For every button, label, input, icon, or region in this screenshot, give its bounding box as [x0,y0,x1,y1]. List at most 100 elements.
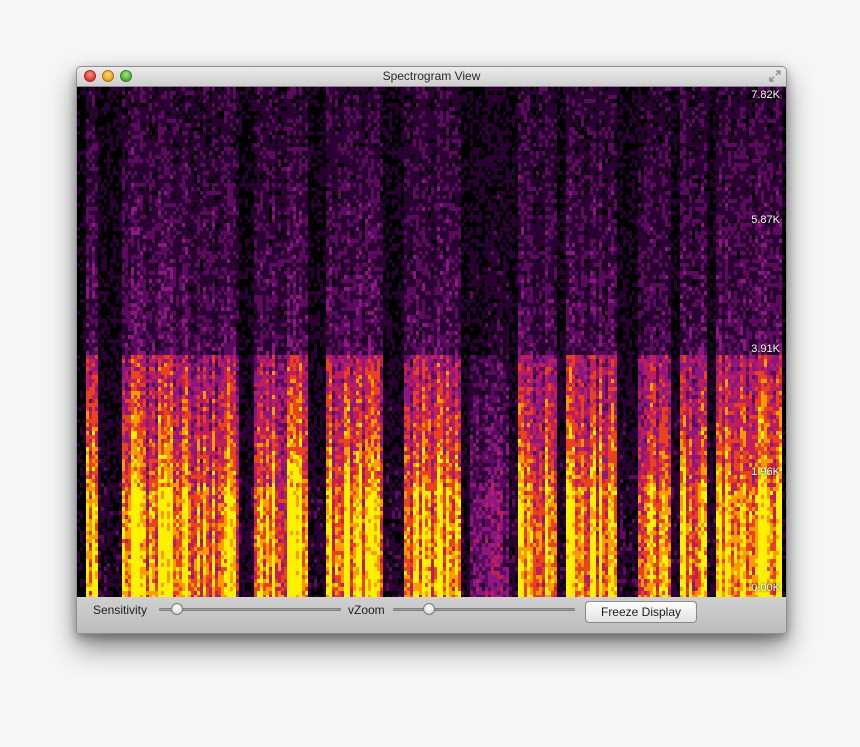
spectrogram-cell [137,199,140,203]
spectrogram-cell [173,267,176,271]
spectrogram-cell [92,163,95,167]
spectrogram-cell [143,87,146,91]
spectrogram-cell [200,143,203,147]
spectrogram-cell [203,531,206,535]
spectrogram-cell [137,427,140,431]
spectrogram-cell [95,487,98,491]
spectrogram-cell [140,259,143,263]
spectrogram-cell [173,435,176,439]
spectrogram-cell [152,423,155,427]
spectrogram-cell [131,407,134,411]
spectrogram-cell [185,495,188,499]
spectrogram-cell [215,415,218,419]
spectrogram-cell [161,99,164,103]
spectrogram-cell [197,399,200,403]
spectrogram-cell [206,355,209,359]
spectrogram-cell [179,579,182,583]
spectrogram-cell [140,195,143,199]
spectrogram-cell [170,499,173,503]
spectrogram-cell [182,291,185,295]
title-bar[interactable]: Spectrogram View [77,67,786,87]
spectrogram-cell [113,123,116,127]
spectrogram-cell [125,575,128,579]
spectrogram-cell [104,111,107,115]
spectrogram-cell [146,519,149,523]
spectrogram-cell [179,163,182,167]
spectrogram-cell [215,423,218,427]
spectrogram-cell [137,539,140,543]
spectrogram-cell [86,303,89,307]
spectrogram-cell [212,439,215,443]
spectrogram-cell [155,391,158,395]
spectrogram-cell [209,231,212,235]
spectrogram-cell [149,391,152,395]
spectrogram-cell [107,127,110,131]
spectrogram-cell [194,483,197,487]
spectrogram-cell [146,159,149,163]
spectrogram-cell [95,143,98,147]
spectrogram-cell [209,175,212,179]
spectrogram-cell [122,323,125,327]
spectrogram-cell [83,239,86,243]
spectrogram-cell [134,183,137,187]
spectrogram-cell [149,359,152,363]
spectrogram-cell [113,227,116,231]
spectrogram-cell [77,203,80,207]
spectrogram-cell [215,267,218,271]
spectrogram-cell [197,99,200,103]
spectrogram-cell [122,87,125,91]
spectrogram-cell [140,455,143,459]
spectrogram-cell [86,235,89,239]
spectrogram-cell [86,483,89,487]
spectrogram-cell [167,591,170,595]
spectrogram-cell [194,251,197,255]
spectrogram-cell [173,187,176,191]
spectrogram-cell [155,203,158,207]
spectrogram-cell [209,471,212,475]
spectrogram-cell [188,339,191,343]
spectrogram-cell [212,291,215,295]
spectrogram-cell [143,451,146,455]
spectrogram-cell [131,191,134,195]
spectrogram-cell [86,191,89,195]
spectrogram-cell [146,107,149,111]
spectrogram-cell [104,367,107,371]
spectrogram-cell [140,423,143,427]
spectrogram-cell [185,107,188,111]
spectrogram-cell [170,299,173,303]
spectrogram-cell [95,175,98,179]
spectrogram-cell [206,171,209,175]
spectrogram-cell [116,227,119,231]
spectrogram-cell [104,239,107,243]
spectrogram-cell [137,275,140,279]
spectrogram-cell [107,427,110,431]
spectrogram-cell [182,287,185,291]
spectrogram-cell [80,459,83,463]
spectrogram-cell [152,455,155,459]
spectrogram-cell [104,255,107,259]
spectrogram-cell [95,415,98,419]
spectrogram-cell [143,175,146,179]
spectrogram-cell [92,127,95,131]
spectrogram-cell [125,471,128,475]
spectrogram-cell [203,399,206,403]
spectrogram-cell [143,375,146,379]
spectrogram-cell [173,571,176,575]
spectrogram-cell [149,499,152,503]
spectrogram-cell [161,467,164,471]
spectrogram-cell [158,423,161,427]
spectrogram-cell [89,323,92,327]
spectrogram-cell [104,531,107,535]
spectrogram-cell [200,239,203,243]
spectrogram-cell [206,115,209,119]
spectrogram-cell [215,435,218,439]
spectrogram-cell [92,279,95,283]
spectrogram-cell [194,375,197,379]
spectrogram-cell [122,499,125,503]
spectrogram-cell [179,575,182,579]
fullscreen-icon[interactable] [769,70,781,82]
spectrogram-cell [182,239,185,243]
spectrogram-cell [203,151,206,155]
spectrogram-cell [182,507,185,511]
spectrogram-cell [191,291,194,295]
